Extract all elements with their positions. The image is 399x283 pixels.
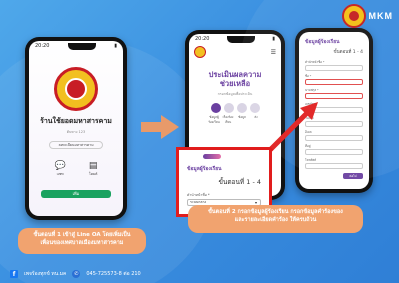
- notch: [226, 35, 255, 43]
- status-time: 20:20: [35, 43, 50, 49]
- arrow-right-icon: [141, 115, 181, 139]
- form-field: โทรศัพท์: [305, 158, 363, 169]
- form-title: ข้อมูลผู้ร้องเรียน: [305, 39, 340, 45]
- step1-caption: ขั้นตอนที่ 1 เข้าสู่ Line OA โดยเพิ่มเป็…: [18, 228, 146, 254]
- form-input[interactable]: [305, 107, 363, 113]
- step-circle[interactable]: [249, 103, 260, 113]
- battery-icon: ▮: [114, 43, 117, 49]
- status-bar: 20:20 ▮: [29, 41, 123, 51]
- account-name: ร้านใช้ยอดมหาสารคาม: [40, 117, 112, 125]
- phone-screen: 20:20 ▮ ร้านใช้ยอดมหาสารคาม ต้นทาง 123 ล…: [29, 41, 123, 216]
- form-input[interactable]: [305, 79, 363, 85]
- brand-name: MKM: [368, 11, 393, 21]
- form-field: ชื่อ *: [305, 74, 363, 85]
- form-field: วันเกิด: [305, 116, 363, 127]
- facebook-page[interactable]: เพจร้องทุกข์ ทน.มค: [24, 270, 66, 278]
- page-description: กรอกข้อมูลเพื่อประเมิน: [217, 92, 253, 96]
- next-button[interactable]: ต่อไป: [343, 173, 363, 179]
- account-actions: 💬 แชท ▤ โฮมต์: [43, 161, 109, 177]
- step-circle[interactable]: [210, 103, 221, 113]
- facebook-icon: f: [10, 270, 18, 278]
- step-circle[interactable]: [223, 103, 234, 113]
- footer: f เพจร้องทุกข์ ทน.มค ✆ 045-725573-8 ต่อ …: [0, 265, 399, 283]
- mkm-logo: MKM: [341, 4, 394, 28]
- zoom-field-label: คำนำหน้าชื่อ *: [187, 193, 210, 197]
- step-circle[interactable]: [236, 103, 247, 113]
- form-input[interactable]: [305, 149, 363, 155]
- zoom-title: ข้อมูลผู้ร้องเรียน: [187, 166, 222, 172]
- phone-line-oa: 20:20 ▮ ร้านใช้ยอดมหาสารคาม ต้นทาง 123 ล…: [25, 37, 127, 220]
- form-field: คำนำหน้าชื่อ *: [305, 60, 363, 71]
- chat-icon: 💬: [54, 161, 66, 171]
- form-input[interactable]: [305, 135, 363, 141]
- form-input[interactable]: [305, 93, 363, 99]
- form-step: ขั้นตอนที่ 1 - 4: [333, 50, 363, 55]
- step-labels: ข้อมูลผู้ร้องเรียน เรื่องร้องเรียน ข้อมู…: [208, 115, 258, 124]
- phone-screen: ข้อมูลผู้ร้องเรียน ขั้นตอนที่ 1 - 4 คำนำ…: [299, 32, 369, 189]
- seal-icon: [194, 46, 206, 58]
- step2-caption: ขั้นตอนที่ 2 กรอกข้อมูลผู้ร้องเรียน กรอก…: [188, 205, 363, 233]
- municipal-seal-icon: [341, 4, 366, 28]
- notch: [67, 42, 96, 50]
- phone-number[interactable]: 045-725573-8 ต่อ 210: [86, 270, 140, 278]
- status-time: 20:20: [195, 36, 210, 42]
- form-input[interactable]: [305, 121, 363, 127]
- form-field: ที่อยู่: [305, 144, 363, 155]
- form-field: อีเมล: [305, 130, 363, 141]
- phone-icon: ✆: [72, 270, 81, 278]
- account-tag: ลงทะเบียนมหาสารคาม: [49, 141, 103, 149]
- page-title: ประเมินผลความ ช่วยเหลือ: [208, 70, 262, 88]
- menu-icon[interactable]: ☰: [271, 49, 276, 56]
- profile-seal-icon: [54, 67, 98, 111]
- app-header: ☰: [189, 44, 281, 60]
- chat-action[interactable]: 💬 แชท: [55, 161, 66, 177]
- infographic-canvas: MKM 20:20 ▮ ร้านใช้ยอดมหาสารคาม ต้นทาง 1…: [0, 0, 399, 283]
- form-field: นามสกุล *: [305, 88, 363, 99]
- form-input[interactable]: [305, 163, 363, 169]
- battery-icon: ▮: [272, 36, 275, 42]
- add-friend-button[interactable]: เพิ่ม: [41, 190, 111, 198]
- account-subtitle: ต้นทาง 123: [66, 130, 86, 134]
- zoom-step: ขั้นตอนที่ 1 - 4: [218, 178, 261, 186]
- form-input[interactable]: [305, 65, 363, 71]
- phone-form: ข้อมูลผู้ร้องเรียน ขั้นตอนที่ 1 - 4 คำนำ…: [295, 28, 373, 193]
- home-icon: ▤: [88, 161, 98, 171]
- home-action[interactable]: ▤ โฮมต์: [89, 161, 98, 177]
- status-bar: 20:20 ▮: [189, 34, 281, 44]
- form-field: เลขบัตร: [305, 102, 363, 113]
- step-indicator: [189, 103, 281, 113]
